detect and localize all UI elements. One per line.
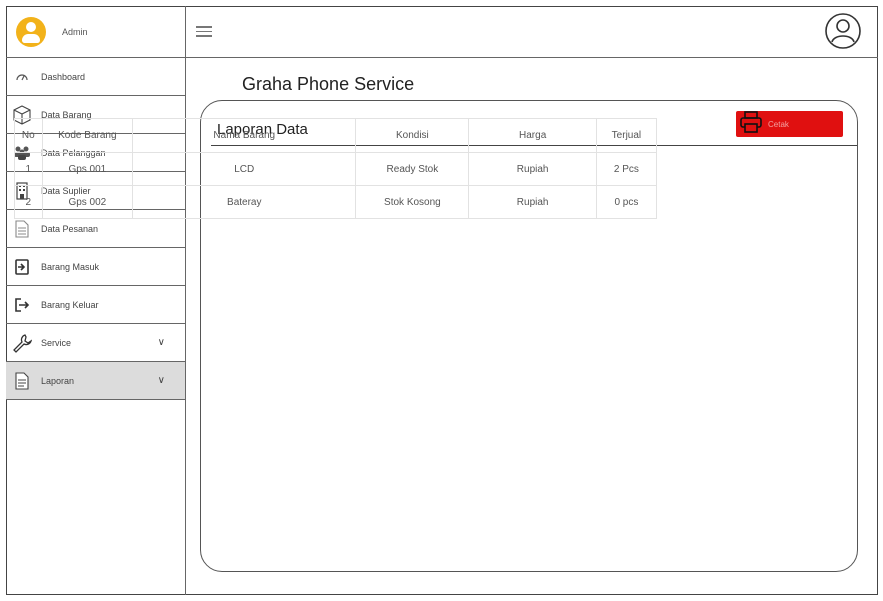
- column-header: Kode Barang: [41, 118, 134, 153]
- print-button-label: Cetak: [768, 119, 789, 129]
- sidebar-item-laporan[interactable]: Laporan ∨: [6, 361, 185, 400]
- cell-kondisi: Ready Stok: [355, 152, 470, 186]
- cell-kode: Gps 002: [41, 185, 134, 219]
- document-icon: [11, 218, 33, 240]
- print-button[interactable]: Cetak: [736, 110, 843, 138]
- page-title: Graha Phone Service: [242, 74, 415, 94]
- sidebar-item-barang-masuk[interactable]: Barang Masuk: [6, 247, 185, 286]
- cell-nama: LCD: [132, 152, 357, 186]
- sidebar-item-label: Service: [41, 337, 72, 348]
- cell-terjual: 0 pcs: [595, 185, 658, 219]
- sidebar-item-barang-keluar[interactable]: Barang Keluar: [6, 285, 185, 324]
- table-row: 2 Gps 002 Bateray Stok Kosong Rupiah 0 p…: [14, 185, 658, 219]
- menu-toggle-icon[interactable]: [196, 26, 212, 38]
- sidebar-item-label: Laporan: [41, 375, 75, 386]
- admin-profile: Admin: [6, 6, 186, 57]
- cell-terjual: 2 Pcs: [595, 152, 658, 186]
- table-row: 1 Gps 001 LCD Ready Stok Rupiah 2 Pcs: [14, 152, 658, 186]
- cell-kode: Gps 001: [41, 152, 134, 186]
- sidebar-item-label: Barang Keluar: [41, 299, 99, 310]
- chevron-down-icon[interactable]: ∨: [158, 375, 165, 386]
- cell-no: 1: [14, 152, 43, 186]
- user-account-icon[interactable]: [824, 12, 862, 50]
- printer-icon: [740, 110, 762, 138]
- column-header: No: [14, 118, 43, 153]
- column-header: Terjual: [595, 118, 658, 153]
- report-table: No Kode Barang Nama Barang Kondisi Harga…: [14, 118, 658, 219]
- column-header: Nama Barang: [132, 118, 357, 153]
- sidebar-item-label: Data Pesanan: [41, 223, 99, 234]
- cell-kondisi: Stok Kosong: [355, 185, 470, 219]
- report-icon: [11, 370, 33, 392]
- cell-harga: Rupiah: [468, 185, 597, 219]
- sign-in-icon: [11, 256, 33, 278]
- dashboard-icon: [11, 66, 33, 88]
- chevron-down-icon[interactable]: ∨: [158, 337, 165, 348]
- cell-nama: Bateray: [132, 185, 357, 219]
- cell-no: 2: [14, 185, 43, 219]
- sidebar-item-label: Barang Masuk: [41, 261, 100, 272]
- sign-out-icon: [11, 294, 33, 316]
- table-header-row: No Kode Barang Nama Barang Kondisi Harga…: [14, 118, 658, 153]
- sidebar-item-dashboard[interactable]: Dashboard: [6, 57, 185, 96]
- top-bar: Admin: [6, 6, 878, 58]
- cell-harga: Rupiah: [468, 152, 597, 186]
- column-header: Harga: [468, 118, 597, 153]
- sidebar-item-service[interactable]: Service ∨: [6, 323, 185, 362]
- admin-avatar: [16, 16, 46, 47]
- admin-name: Admin: [62, 26, 88, 37]
- wrench-icon: [11, 332, 33, 354]
- sidebar-item-label: Dashboard: [41, 71, 86, 82]
- column-header: Kondisi: [355, 118, 470, 153]
